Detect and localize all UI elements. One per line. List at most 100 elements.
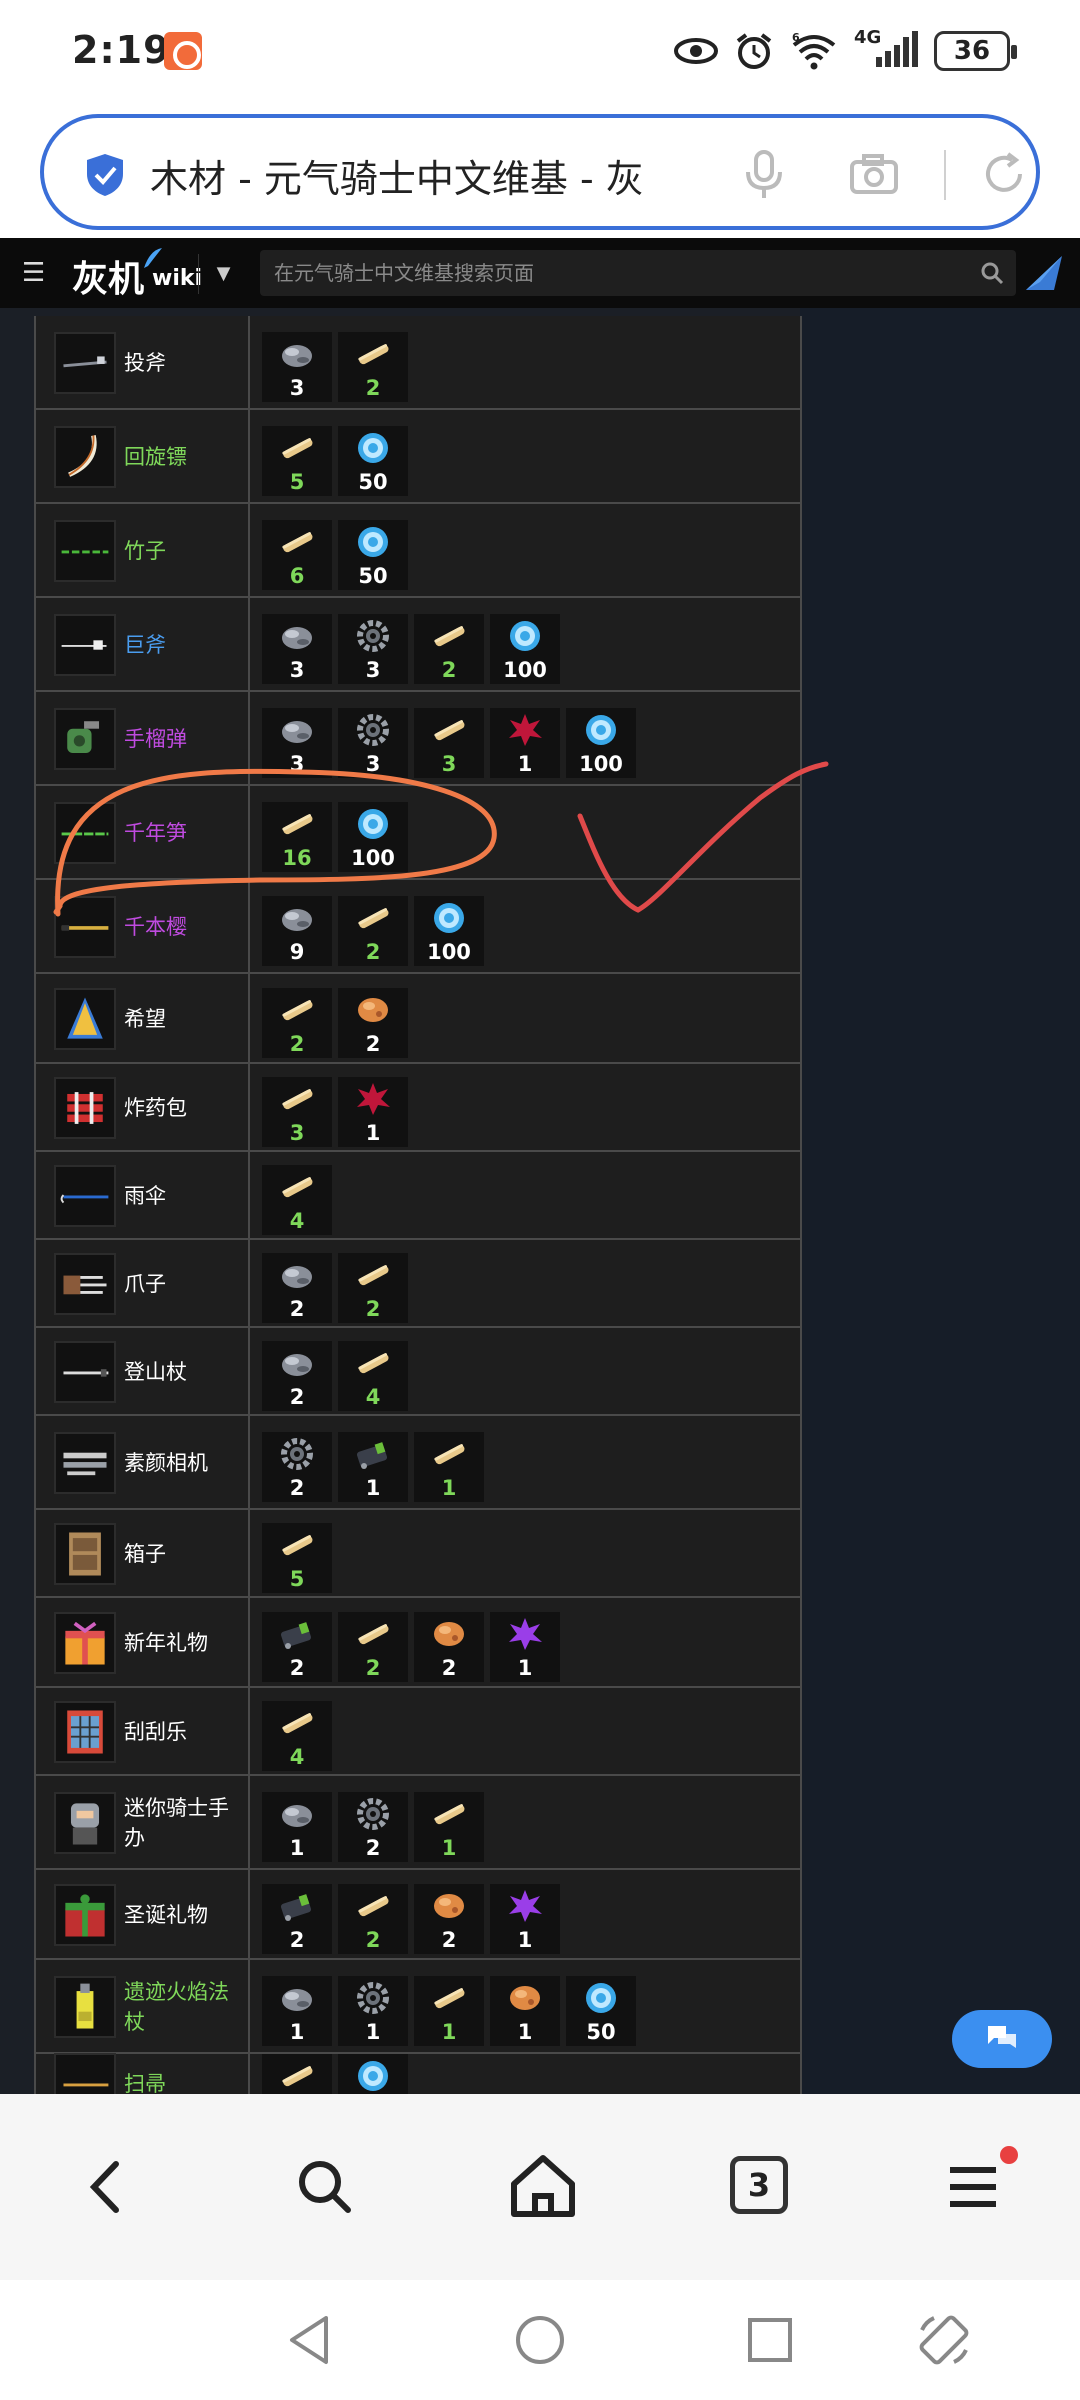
material-slot[interactable]: 1 bbox=[338, 1976, 408, 2046]
item-name-link[interactable]: 千年笋 bbox=[124, 818, 244, 848]
wiki-search-input[interactable] bbox=[274, 250, 954, 296]
tabs-button[interactable]: 3 bbox=[730, 2156, 788, 2214]
camera-icon[interactable] bbox=[54, 1432, 116, 1494]
material-slot[interactable]: 3 bbox=[262, 614, 332, 684]
item-name-link[interactable]: 竹子 bbox=[124, 536, 244, 566]
item-name-link[interactable]: 巨斧 bbox=[124, 630, 244, 660]
mini-knight-icon[interactable] bbox=[54, 1792, 116, 1854]
material-slot[interactable]: 1 bbox=[338, 1432, 408, 1502]
hope-icon[interactable] bbox=[54, 988, 116, 1050]
box-icon[interactable] bbox=[54, 1523, 116, 1585]
material-slot[interactable]: 2 bbox=[414, 1884, 484, 1954]
material-slot[interactable]: 4 bbox=[338, 1341, 408, 1411]
christmas-gift-icon[interactable] bbox=[54, 1884, 116, 1946]
material-slot[interactable]: 1 bbox=[490, 1976, 560, 2046]
item-name-link[interactable]: 希望 bbox=[124, 1004, 244, 1034]
material-slot[interactable]: 5 bbox=[262, 1523, 332, 1593]
material-slot[interactable]: 2 bbox=[414, 614, 484, 684]
material-slot[interactable]: 6 bbox=[262, 520, 332, 590]
material-slot[interactable]: 2 bbox=[262, 988, 332, 1058]
material-slot[interactable]: 2 bbox=[262, 1612, 332, 1682]
material-slot[interactable]: 50 bbox=[338, 426, 408, 496]
claw-icon[interactable] bbox=[54, 1253, 116, 1315]
material-slot[interactable]: 1 bbox=[414, 1792, 484, 1862]
material-slot[interactable]: 2 bbox=[338, 332, 408, 402]
menu-icon[interactable]: ☰ bbox=[22, 258, 52, 288]
material-slot[interactable]: 2 bbox=[262, 1884, 332, 1954]
address-bar[interactable]: 木材 - 元气骑士中文维基 - 灰 bbox=[40, 114, 1040, 230]
umbrella-icon[interactable] bbox=[54, 1165, 116, 1227]
material-slot[interactable]: 1 bbox=[262, 1976, 332, 2046]
material-slot[interactable]: 3 bbox=[338, 614, 408, 684]
item-name-link[interactable]: 爪子 bbox=[124, 1269, 244, 1299]
grenade-icon[interactable] bbox=[54, 708, 116, 770]
material-slot[interactable]: 2 bbox=[338, 1253, 408, 1323]
item-name-link[interactable]: 新年礼物 bbox=[124, 1628, 244, 1658]
scratch-card-icon[interactable] bbox=[54, 1701, 116, 1763]
material-slot[interactable]: 1 bbox=[490, 708, 560, 778]
trekking-pole-icon[interactable] bbox=[54, 1341, 116, 1403]
senbonzakura-icon[interactable] bbox=[54, 896, 116, 958]
broom-icon[interactable] bbox=[54, 2053, 116, 2094]
material-slot[interactable]: 1 bbox=[262, 1792, 332, 1862]
material-slot[interactable]: 2 bbox=[414, 1612, 484, 1682]
item-name-link[interactable]: 雨伞 bbox=[124, 1181, 244, 1211]
material-slot[interactable]: 2 bbox=[262, 1253, 332, 1323]
item-name-link[interactable]: 箱子 bbox=[124, 1539, 244, 1569]
item-name-link[interactable]: 投斧 bbox=[124, 348, 244, 378]
material-slot[interactable]: 2 bbox=[262, 1341, 332, 1411]
item-name-link[interactable]: 遗迹火焰法杖 bbox=[124, 1977, 244, 2037]
material-slot[interactable]: 1 bbox=[414, 1432, 484, 1502]
material-slot[interactable]: 50 bbox=[338, 520, 408, 590]
material-slot[interactable]: 100 bbox=[338, 802, 408, 872]
item-name-link[interactable]: 圣诞礼物 bbox=[124, 1900, 244, 1930]
site-logo-wiki[interactable]: wiki bbox=[152, 266, 202, 291]
item-name-link[interactable]: 迷你骑士手办 bbox=[124, 1793, 244, 1853]
item-name-link[interactable]: 回旋镖 bbox=[124, 442, 244, 472]
material-slot[interactable]: 1 bbox=[338, 1077, 408, 1147]
material-slot[interactable]: 2 bbox=[262, 1432, 332, 1502]
material-slot[interactable]: 100 bbox=[414, 896, 484, 966]
microphone-icon[interactable] bbox=[734, 144, 794, 204]
camera-search-icon[interactable] bbox=[844, 144, 904, 204]
material-slot[interactable]: 16 bbox=[262, 802, 332, 872]
material-slot[interactable]: 2 bbox=[338, 1612, 408, 1682]
material-slot[interactable]: 9 bbox=[262, 896, 332, 966]
material-slot[interactable]: 3 bbox=[338, 708, 408, 778]
material-slot[interactable] bbox=[262, 2054, 332, 2094]
wiki-search[interactable] bbox=[260, 250, 1016, 296]
bamboo-icon[interactable] bbox=[54, 520, 116, 582]
search-button[interactable] bbox=[282, 2144, 368, 2230]
throwing-axe-icon[interactable] bbox=[54, 332, 116, 394]
item-name-link[interactable]: 登山杖 bbox=[124, 1357, 244, 1387]
chat-button[interactable] bbox=[952, 2010, 1052, 2068]
material-slot[interactable]: 100 bbox=[490, 614, 560, 684]
material-slot[interactable]: 4 bbox=[262, 1165, 332, 1235]
site-logo[interactable]: 灰机 bbox=[72, 250, 144, 302]
material-slot[interactable]: 2 bbox=[338, 1792, 408, 1862]
material-slot[interactable]: 3 bbox=[414, 708, 484, 778]
rotate-screen-icon[interactable] bbox=[914, 2310, 974, 2370]
material-slot[interactable]: 2 bbox=[338, 1884, 408, 1954]
chevron-down-icon[interactable]: ▼ bbox=[198, 254, 248, 294]
system-home-icon[interactable] bbox=[510, 2310, 570, 2370]
material-slot[interactable]: 1 bbox=[490, 1884, 560, 1954]
giant-axe-icon[interactable] bbox=[54, 614, 116, 676]
bamboo-shoot-icon[interactable] bbox=[54, 802, 116, 864]
relic-staff-icon[interactable] bbox=[54, 1976, 116, 2038]
material-slot[interactable]: 5 bbox=[262, 426, 332, 496]
boomerang-icon[interactable] bbox=[54, 426, 116, 488]
material-slot[interactable]: 100 bbox=[566, 708, 636, 778]
dynamite-icon[interactable] bbox=[54, 1077, 116, 1139]
material-slot[interactable]: 50 bbox=[566, 1976, 636, 2046]
item-name-link[interactable]: 手榴弹 bbox=[124, 724, 244, 754]
material-slot[interactable]: 3 bbox=[262, 332, 332, 402]
material-slot[interactable] bbox=[338, 2054, 408, 2094]
material-slot[interactable]: 2 bbox=[338, 988, 408, 1058]
page-title-url[interactable]: 木材 - 元气骑士中文维基 - 灰 bbox=[150, 148, 720, 203]
back-button[interactable] bbox=[64, 2144, 150, 2230]
newyear-gift-icon[interactable] bbox=[54, 1612, 116, 1674]
item-name-link[interactable]: 炸药包 bbox=[124, 1093, 244, 1123]
material-slot[interactable]: 2 bbox=[338, 896, 408, 966]
material-slot[interactable]: 1 bbox=[490, 1612, 560, 1682]
